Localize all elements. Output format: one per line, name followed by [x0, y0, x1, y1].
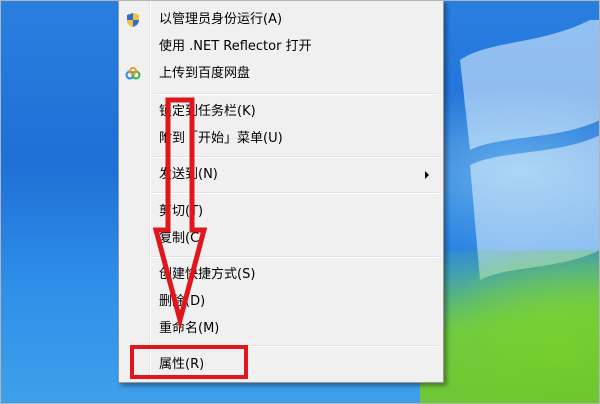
screenshot-border [0, 0, 600, 404]
